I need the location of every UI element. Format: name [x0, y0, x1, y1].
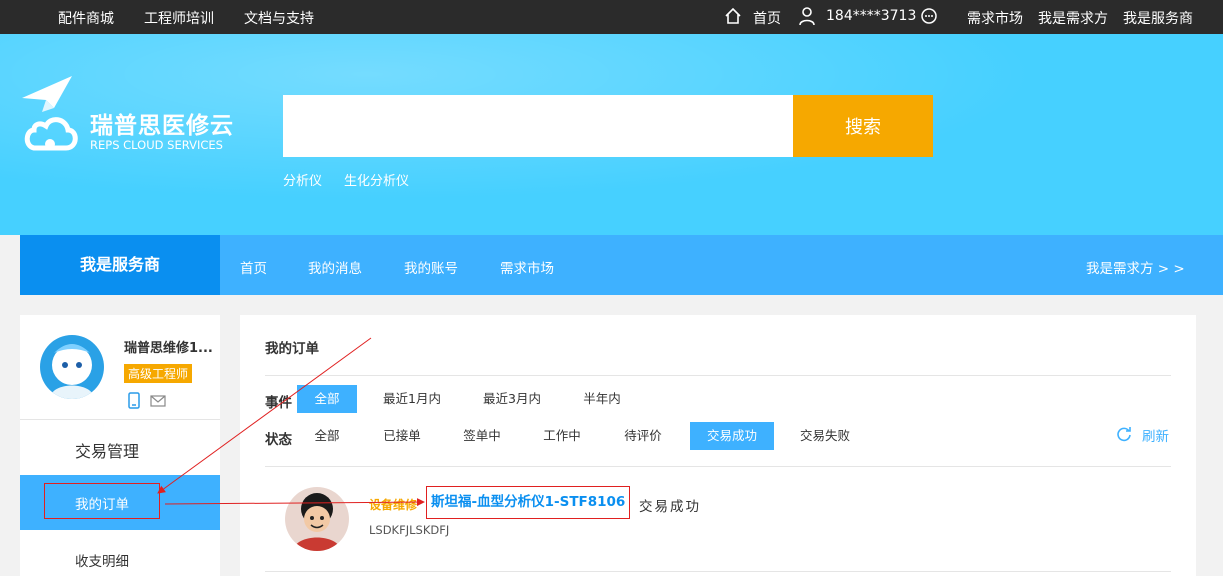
home-icon[interactable]	[724, 7, 742, 25]
status-filter-success[interactable]: 交易成功	[690, 422, 774, 450]
logo-title: 瑞普思医修云	[90, 113, 234, 139]
hot-keyword-biochem-analyzer[interactable]: 生化分析仪	[344, 170, 409, 189]
top-bar: 配件商城 工程师培训 文档与支持 首页 184****3713 需求市场 我是需…	[0, 0, 1223, 34]
event-filter-1-month[interactable]: 最近1月内	[377, 385, 447, 413]
annotation-highlight-box	[44, 483, 160, 519]
nav-brand[interactable]: 我是服务商	[20, 235, 220, 295]
sidebar-section-trade: 交易管理	[75, 442, 140, 461]
orders-panel: 我的订单 事件 全部 最近1月内 最近3月内 半年内 状态 全部 已接单 签单中…	[240, 315, 1196, 576]
top-link-docs-support[interactable]: 文档与支持	[244, 8, 314, 28]
sidebar-item-income-expense[interactable]: 收支明细	[75, 550, 129, 570]
event-filter-3-months[interactable]: 最近3月内	[477, 385, 547, 413]
order-divider	[265, 571, 1171, 572]
main-nav: 我是服务商 首页 我的消息 我的账号 需求市场 我是需求方 > >	[20, 235, 1223, 295]
status-filter-all[interactable]: 全部	[304, 422, 350, 450]
event-filter-label: 事件	[265, 395, 292, 411]
status-filter-label: 状态	[265, 432, 292, 448]
search-button[interactable]: 搜索	[793, 95, 933, 157]
page-title: 我的订单	[265, 341, 319, 357]
nav-item-demand-market[interactable]: 需求市场	[500, 257, 554, 277]
status-filter-working[interactable]: 工作中	[534, 422, 590, 450]
logo-icon[interactable]	[20, 74, 86, 160]
nav-item-messages[interactable]: 我的消息	[308, 257, 362, 277]
top-link-parts-mall[interactable]: 配件商城	[58, 8, 114, 28]
order-code: LSDKFJLSKDFJ	[369, 523, 450, 537]
nav-item-home[interactable]: 首页	[240, 257, 267, 277]
chat-icon[interactable]	[920, 7, 938, 25]
status-filter-accepted[interactable]: 已接单	[374, 422, 430, 450]
level-badge: 高级工程师	[124, 364, 193, 383]
top-link-i-am-demander[interactable]: 我是需求方	[1038, 8, 1108, 28]
order-type-tag: 设备维修	[369, 498, 418, 512]
refresh-button[interactable]: 刷新	[1142, 425, 1169, 445]
top-link-engineer-training[interactable]: 工程师培训	[144, 8, 214, 28]
avatar[interactable]	[40, 335, 104, 399]
top-link-home[interactable]: 首页	[753, 8, 781, 28]
sidebar: 瑞普思维修1... 高级工程师 交易管理 我的订单 收支明细	[20, 315, 220, 576]
sidebar-divider	[20, 419, 220, 420]
status-filter-failed[interactable]: 交易失败	[792, 422, 858, 450]
user-icon[interactable]	[798, 6, 816, 26]
mail-icon[interactable]	[150, 395, 166, 407]
nav-switch-role[interactable]: 我是需求方 > >	[1086, 257, 1185, 277]
user-phone[interactable]: 184****3713	[826, 8, 916, 24]
event-filter-half-year[interactable]: 半年内	[577, 385, 627, 413]
status-filter-pending-review[interactable]: 待评价	[615, 422, 671, 450]
search-input[interactable]	[283, 95, 793, 157]
order-status: 交易成功	[639, 499, 701, 515]
header-banner: 瑞普思医修云 REPS CLOUD SERVICES 搜索 分析仪 生化分析仪	[0, 34, 1223, 235]
refresh-icon[interactable]	[1116, 426, 1132, 442]
top-link-demand-market[interactable]: 需求市场	[967, 8, 1023, 28]
hot-keyword-analyzer[interactable]: 分析仪	[283, 170, 322, 189]
nav-item-account[interactable]: 我的账号	[404, 257, 458, 277]
user-name: 瑞普思维修1...	[124, 341, 213, 356]
top-link-i-am-provider[interactable]: 我是服务商	[1123, 8, 1193, 28]
phone-icon[interactable]	[128, 392, 140, 409]
title-divider	[265, 375, 1171, 376]
logo-subtitle: REPS CLOUD SERVICES	[90, 138, 223, 152]
customer-avatar	[285, 487, 349, 551]
order-title-link[interactable]: 斯坦福-血型分析仪1-STF8106	[426, 486, 631, 519]
status-filter-signing[interactable]: 签单中	[454, 422, 510, 450]
filter-divider	[265, 466, 1171, 467]
event-filter-all[interactable]: 全部	[297, 385, 357, 413]
